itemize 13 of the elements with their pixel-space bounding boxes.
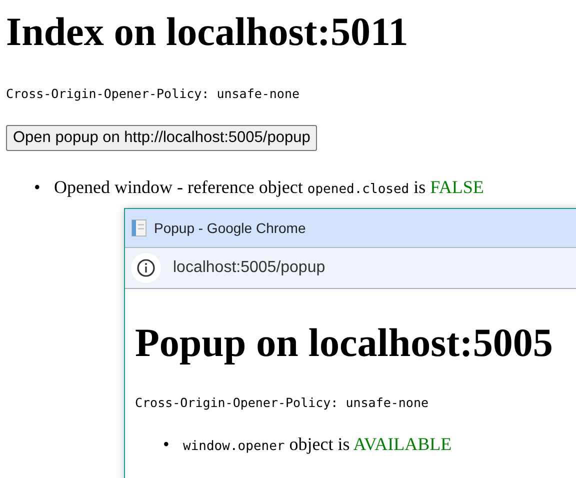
policy-text: Cross-Origin-Opener-Policy: unsafe-none (6, 86, 300, 101)
bullet: • (34, 177, 42, 198)
popup-heading: Popup on localhost:5005 (135, 319, 554, 367)
info-icon (131, 253, 161, 283)
status-text: Opened window - reference object opened.closed is FALSE (54, 177, 484, 197)
status-text: window.opener object is AVAILABLE (183, 434, 452, 454)
page-icon (131, 219, 147, 237)
window-title: Popup - Google Chrome (154, 220, 306, 236)
address-text: localhost:5005/popup (173, 259, 326, 277)
open-popup-button[interactable]: Open popup on http://localhost:5005/popup (6, 125, 318, 151)
bullet: • (163, 434, 170, 455)
policy-text: Cross-Origin-Opener-Policy: unsafe-none (135, 395, 430, 410)
page-heading: Index on localhost:5011 (6, 8, 410, 56)
